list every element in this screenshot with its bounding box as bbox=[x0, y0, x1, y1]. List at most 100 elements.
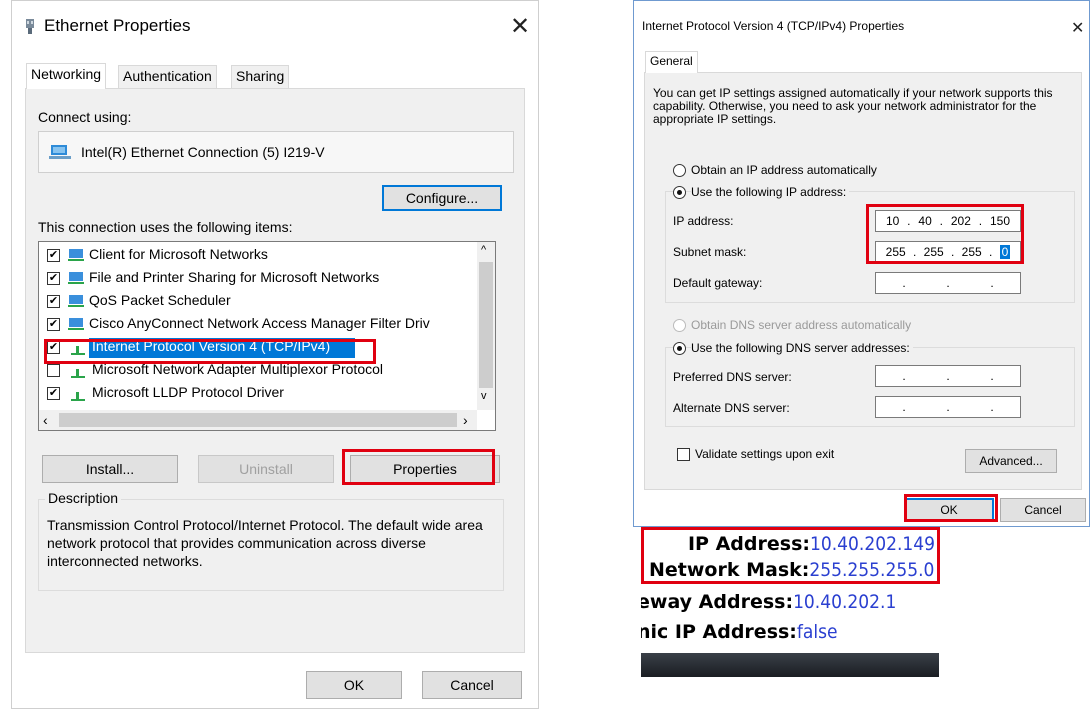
protocol-icon bbox=[69, 389, 87, 401]
ethernet-properties-window: Ethernet Properties ✕ Networking Authent… bbox=[11, 0, 539, 709]
subnet-mask-label: Subnet mask: bbox=[673, 245, 747, 259]
alternate-dns-field[interactable]: ... bbox=[875, 396, 1021, 418]
dot: . bbox=[913, 245, 917, 259]
scroll-up-icon[interactable]: ^ bbox=[481, 244, 486, 256]
uninstall-button[interactable]: Uninstall bbox=[198, 455, 334, 483]
ipv4-window-title: Internet Protocol Version 4 (TCP/IPv4) P… bbox=[642, 19, 905, 33]
mask-octet-selected: 0 bbox=[999, 245, 1011, 259]
ip-address-value: 10.40.202.149 bbox=[809, 533, 935, 555]
ip-octet: 202 bbox=[950, 214, 971, 228]
item-checkbox[interactable]: ✔ bbox=[47, 318, 60, 331]
install-button[interactable]: Install... bbox=[42, 455, 178, 483]
adapter-box: Intel(R) Ethernet Connection (5) I219-V bbox=[38, 131, 514, 173]
vertical-scrollbar[interactable]: ^ v bbox=[477, 242, 495, 410]
ip-address-label: IP address: bbox=[673, 214, 734, 228]
network-mask-row: Network Mask:255.255.255.0 bbox=[649, 559, 934, 581]
item-checkbox[interactable]: ✔ bbox=[47, 295, 60, 308]
items-list[interactable]: ✔ Client for Microsoft Networks ✔ File a… bbox=[38, 241, 496, 431]
ip-octet: 40 bbox=[918, 214, 932, 228]
protocol-icon bbox=[69, 366, 87, 378]
tab-networking[interactable]: Networking bbox=[26, 63, 107, 89]
ip-octet: 10 bbox=[885, 214, 900, 228]
items-label: This connection uses the following items… bbox=[38, 219, 293, 235]
gateway-row: eway Address:10.40.202.1 bbox=[641, 591, 896, 613]
advanced-button[interactable]: Advanced... bbox=[965, 449, 1057, 473]
item-checkbox[interactable]: ✔ bbox=[47, 387, 60, 400]
description-text: Transmission Control Protocol/Internet P… bbox=[47, 517, 483, 569]
obtain-dns-auto-label: Obtain DNS server address automatically bbox=[691, 318, 912, 332]
use-following-ip-radio[interactable] bbox=[673, 186, 686, 199]
ip-address-row: IP Address:10.40.202.149 bbox=[688, 533, 935, 555]
item-label: Microsoft LLDP Protocol Driver bbox=[92, 384, 284, 400]
cancel-button[interactable]: Cancel bbox=[422, 671, 522, 699]
obtain-ip-auto-radio[interactable] bbox=[673, 164, 686, 177]
validate-label: Validate settings upon exit bbox=[695, 447, 835, 461]
use-following-ip-label: Use the following IP address: bbox=[691, 185, 850, 199]
dynamic-ip-key: nic IP Address: bbox=[641, 621, 797, 643]
tab-authentication[interactable]: Authentication bbox=[118, 65, 217, 89]
mask-octet: 255 bbox=[961, 245, 982, 259]
description-label: Description bbox=[45, 490, 122, 506]
properties-button[interactable]: Properties bbox=[350, 455, 500, 483]
item-checkbox[interactable]: ✔ bbox=[47, 249, 60, 262]
horizontal-scrollbar[interactable]: ‹ › bbox=[39, 410, 477, 430]
mask-octet: 255 bbox=[885, 245, 906, 259]
gateway-value: 10.40.202.1 bbox=[793, 591, 897, 613]
subnet-mask-field[interactable]: 255. 255. 255. 0 bbox=[875, 241, 1021, 263]
network-component-icon bbox=[67, 248, 85, 261]
item-label: Internet Protocol Version 4 (TCP/IPv4) bbox=[92, 338, 331, 354]
dot: . bbox=[946, 276, 950, 290]
obtain-ip-auto-label: Obtain an IP address automatically bbox=[691, 163, 877, 177]
dot: . bbox=[990, 276, 994, 290]
ipv4-close-icon[interactable]: ✕ bbox=[1071, 19, 1084, 39]
scroll-thumb[interactable] bbox=[479, 262, 493, 388]
gateway-key: eway Address: bbox=[641, 591, 794, 613]
item-checkbox[interactable] bbox=[47, 364, 60, 377]
hscroll-thumb[interactable] bbox=[59, 413, 457, 427]
item-label: Microsoft Network Adapter Multiplexor Pr… bbox=[92, 361, 383, 377]
ip-octet: 150 bbox=[989, 214, 1010, 228]
use-following-dns-radio[interactable] bbox=[673, 342, 686, 355]
mask-octet: 255 bbox=[923, 245, 944, 259]
scroll-right-icon[interactable]: › bbox=[463, 412, 468, 428]
network-component-icon bbox=[67, 317, 85, 330]
tab-sharing[interactable]: Sharing bbox=[231, 65, 290, 89]
network-component-icon bbox=[67, 271, 85, 284]
dot: . bbox=[939, 214, 943, 228]
general-panel: You can get IP settings assigned automat… bbox=[644, 72, 1082, 490]
dot: . bbox=[946, 400, 950, 414]
dot: . bbox=[951, 245, 955, 259]
ip-address-field[interactable]: 10. 40. 202. 150 bbox=[875, 210, 1021, 232]
dot: . bbox=[990, 369, 994, 383]
preferred-dns-label: Preferred DNS server: bbox=[673, 370, 792, 384]
close-icon[interactable]: ✕ bbox=[510, 15, 530, 39]
window-title: Ethernet Properties bbox=[44, 16, 191, 35]
ipv4-ok-button[interactable]: OK bbox=[904, 498, 994, 522]
validate-checkbox[interactable] bbox=[677, 448, 690, 461]
use-following-dns-label: Use the following DNS server addresses: bbox=[691, 341, 913, 355]
default-gateway-field[interactable]: ... bbox=[875, 272, 1021, 294]
alternate-dns-label: Alternate DNS server: bbox=[673, 401, 790, 415]
tab-general[interactable]: General bbox=[645, 51, 698, 73]
obtain-dns-auto-radio[interactable] bbox=[673, 319, 686, 332]
item-label: QoS Packet Scheduler bbox=[89, 292, 231, 308]
ok-button[interactable]: OK bbox=[306, 671, 402, 699]
scroll-down-icon[interactable]: v bbox=[481, 390, 487, 402]
network-component-icon bbox=[67, 294, 85, 307]
item-checkbox[interactable]: ✔ bbox=[47, 341, 60, 354]
connect-using-label: Connect using: bbox=[38, 109, 132, 125]
preferred-dns-field[interactable]: ... bbox=[875, 365, 1021, 387]
dot: . bbox=[978, 214, 983, 228]
ipv4-properties-window: Internet Protocol Version 4 (TCP/IPv4) P… bbox=[633, 0, 1090, 527]
intro-text: You can get IP settings assigned automat… bbox=[653, 86, 1053, 126]
dark-bar bbox=[641, 653, 939, 677]
scroll-left-icon[interactable]: ‹ bbox=[43, 412, 48, 428]
default-gateway-label: Default gateway: bbox=[673, 276, 763, 290]
dot: . bbox=[907, 214, 911, 228]
configure-button[interactable]: Configure... bbox=[382, 185, 502, 211]
item-checkbox[interactable]: ✔ bbox=[47, 272, 60, 285]
protocol-icon bbox=[69, 343, 87, 355]
network-icon bbox=[24, 19, 36, 35]
ipv4-cancel-button[interactable]: Cancel bbox=[1000, 498, 1086, 522]
networking-panel: Connect using: Intel(R) Ethernet Connect… bbox=[25, 88, 525, 653]
